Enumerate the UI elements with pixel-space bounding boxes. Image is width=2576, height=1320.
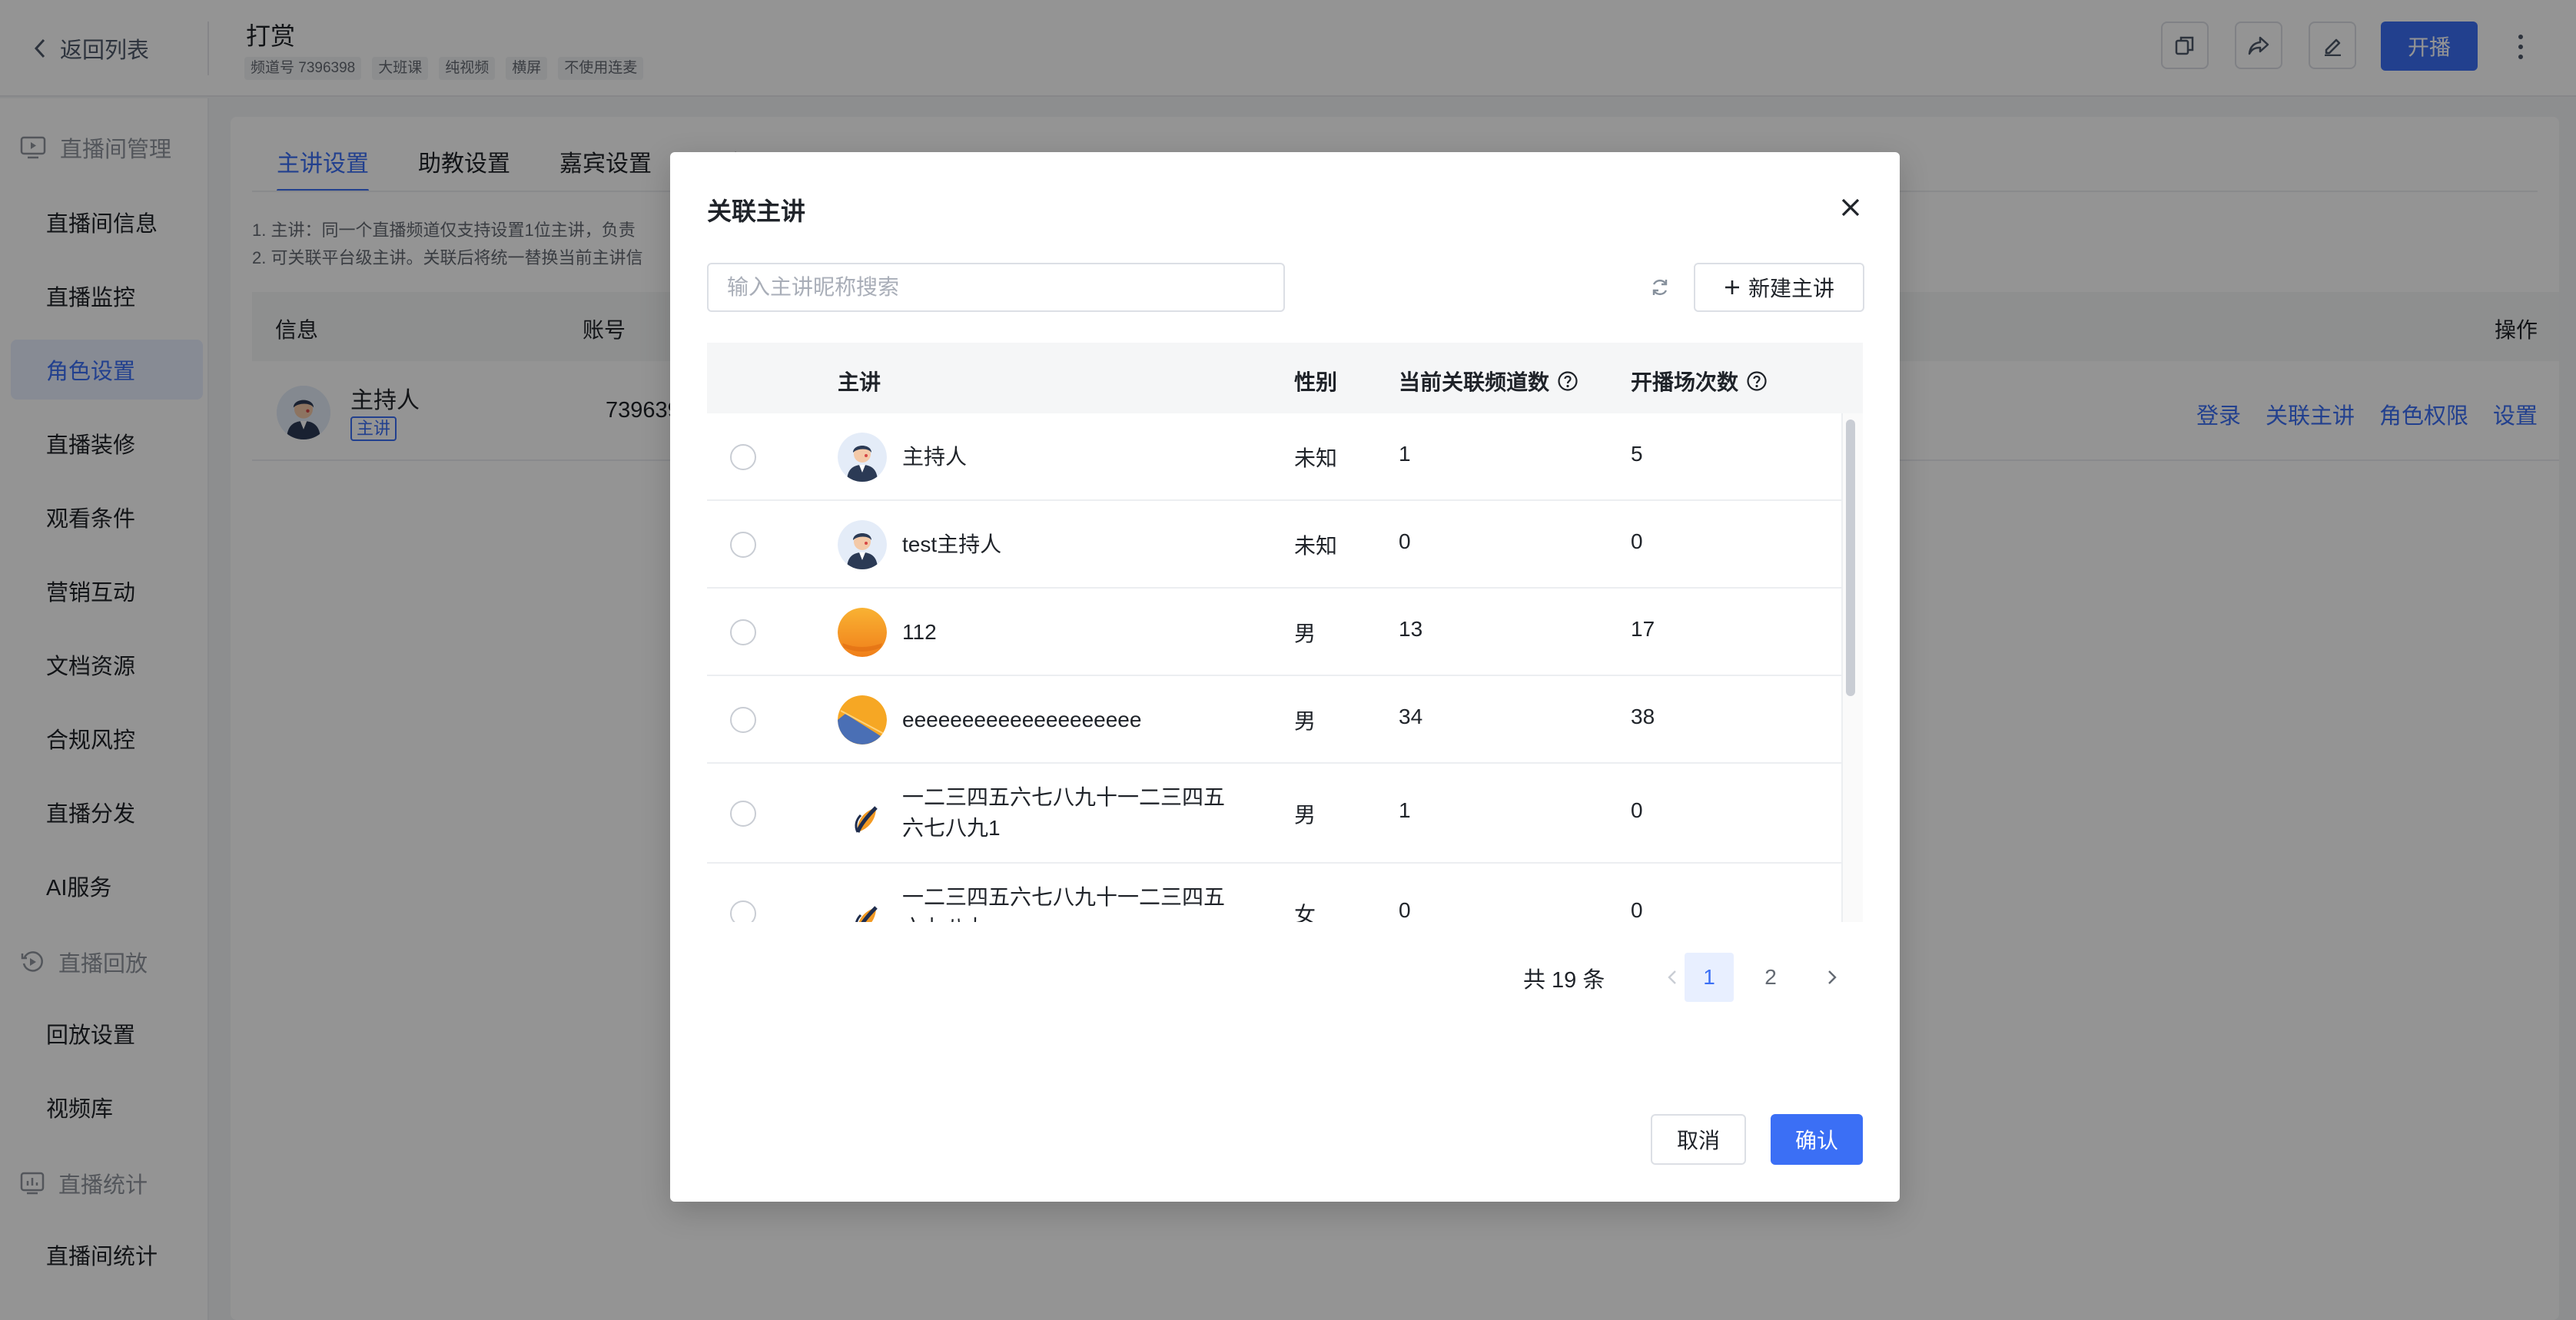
close-button[interactable] xyxy=(1835,192,1866,223)
table-row[interactable]: 主持人 未知 1 5 xyxy=(707,413,1841,501)
new-presenter-label: 新建主讲 xyxy=(1748,277,1834,300)
presenter-table: 主讲 性别 当前关联频道数 开播场次数 主持人 未知 1 5 test主持人 未… xyxy=(707,343,1863,922)
help-circle-icon[interactable] xyxy=(1746,370,1768,392)
presenter-name: 主持人 xyxy=(902,445,968,469)
row-radio[interactable] xyxy=(730,444,756,470)
presenter-table-body: 主持人 未知 1 5 test主持人 未知 0 0 112 男 13 17 ee… xyxy=(707,413,1841,922)
presenter-gender: 男 xyxy=(1294,622,1316,645)
presenter-name: 112 xyxy=(902,620,937,644)
orange-avatar xyxy=(838,608,887,657)
presenter-gender: 男 xyxy=(1294,709,1316,733)
presenter-sessions: 38 xyxy=(1631,705,1655,728)
row-radio[interactable] xyxy=(730,619,756,645)
col-presenter: 主讲 xyxy=(838,370,881,394)
refresh-button[interactable] xyxy=(1646,274,1674,301)
presenter-sessions: 5 xyxy=(1631,442,1643,466)
presenter-gender: 女 xyxy=(1294,903,1316,922)
table-row[interactable]: 112 男 13 17 xyxy=(707,589,1841,676)
presenter-sessions: 0 xyxy=(1631,898,1643,922)
presenter-channels: 13 xyxy=(1399,617,1423,641)
close-icon xyxy=(1841,197,1861,217)
table-row[interactable]: eeeeeeeeeeeeeeeeeeee 男 34 38 xyxy=(707,676,1841,764)
presenter-name: eeeeeeeeeeeeeeeeeeee xyxy=(902,708,1142,731)
orange-blue-avatar xyxy=(838,695,887,745)
leaf-avatar xyxy=(838,789,887,838)
presenter-gender: 男 xyxy=(1294,803,1316,827)
plus-icon xyxy=(1724,279,1741,296)
col-linked-channels: 当前关联频道数 xyxy=(1399,366,1578,396)
row-radio[interactable] xyxy=(730,801,756,827)
presenter-channels: 34 xyxy=(1399,705,1423,728)
presenter-sessions: 0 xyxy=(1631,798,1643,822)
pagination-total: 共 19 条 xyxy=(1523,968,1605,993)
chevron-right-icon xyxy=(1827,970,1837,985)
dialog-title: 关联主讲 xyxy=(707,197,806,225)
table-row[interactable]: 一二三四五六七八九十一二三四五六七八九1 男 1 0 xyxy=(707,764,1841,864)
presenter-channels: 0 xyxy=(1399,898,1411,922)
page-1-button[interactable]: 1 xyxy=(1685,953,1734,1002)
col-live-sessions: 开播场次数 xyxy=(1631,366,1768,396)
presenter-sessions: 17 xyxy=(1631,617,1655,641)
presenter-gender: 未知 xyxy=(1294,446,1338,470)
leaf-avatar xyxy=(838,889,887,922)
presenter-name: test主持人 xyxy=(902,532,1002,556)
new-presenter-button[interactable]: 新建主讲 xyxy=(1694,263,1864,312)
cancel-button[interactable]: 取消 xyxy=(1651,1114,1746,1165)
presenter-table-header: 主讲 性别 当前关联频道数 开播场次数 xyxy=(707,343,1863,413)
presenter-channels: 1 xyxy=(1399,798,1411,822)
presenter-gender: 未知 xyxy=(1294,534,1338,558)
next-page-button[interactable] xyxy=(1808,953,1857,1002)
presenter-avatar xyxy=(838,433,887,482)
table-row[interactable]: test主持人 未知 0 0 xyxy=(707,501,1841,589)
col-gender: 性别 xyxy=(1294,370,1338,394)
presenter-avatar xyxy=(838,520,887,569)
page-2-button[interactable]: 2 xyxy=(1746,953,1795,1002)
presenter-name: 一二三四五六七八九十一二三四五六七八九1 xyxy=(902,785,1226,840)
presenter-channels: 1 xyxy=(1399,442,1411,466)
link-presenter-dialog: 关联主讲 新建主讲 主讲 性别 当前关联频道数 开播场次数 xyxy=(670,152,1900,1202)
row-radio[interactable] xyxy=(730,707,756,733)
confirm-button[interactable]: 确认 xyxy=(1771,1114,1863,1165)
table-row[interactable]: 一二三四五六七八九十一二三四五六七八九 女 0 0 xyxy=(707,864,1841,922)
refresh-icon xyxy=(1650,277,1670,297)
presenter-search-input[interactable] xyxy=(707,263,1285,312)
chevron-left-icon xyxy=(1668,970,1677,985)
presenter-name: 一二三四五六七八九十一二三四五六七八九 xyxy=(902,885,1226,922)
table-scrollbar-thumb[interactable] xyxy=(1846,420,1855,696)
row-radio[interactable] xyxy=(730,900,756,922)
help-circle-icon[interactable] xyxy=(1557,370,1578,392)
presenter-channels: 0 xyxy=(1399,529,1411,553)
row-radio[interactable] xyxy=(730,532,756,558)
presenter-sessions: 0 xyxy=(1631,529,1643,553)
